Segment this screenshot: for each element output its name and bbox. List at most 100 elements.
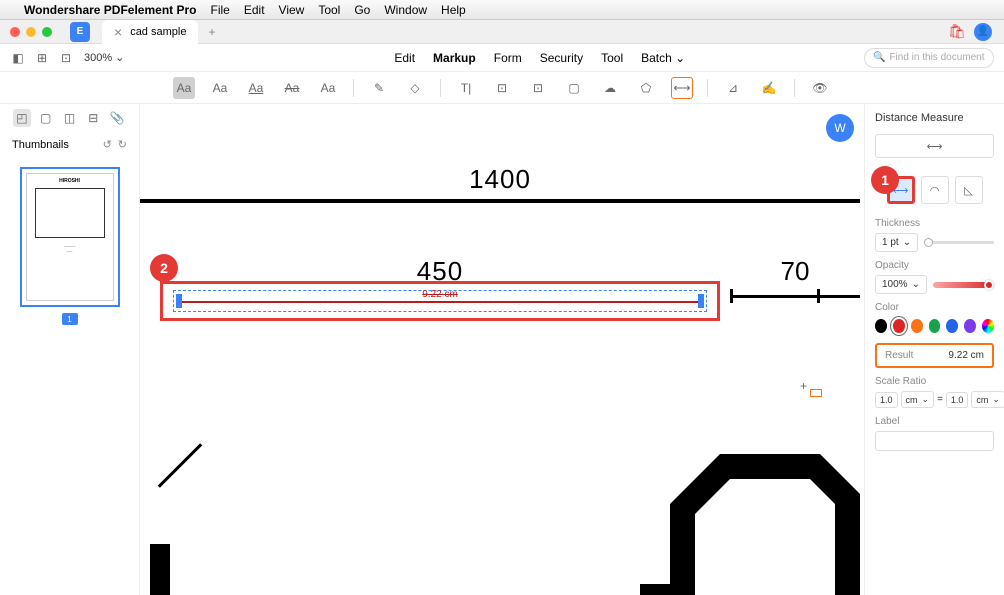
menu-tool-tab[interactable]: Tool — [601, 51, 623, 65]
dim-70-label: 70 — [730, 256, 860, 287]
document-canvas[interactable]: W 1400 2 450 9.22 cm 70 + — [140, 104, 864, 595]
scale-from-unit[interactable]: cm ⌄ — [901, 391, 935, 408]
pen-tool[interactable]: ✎ — [368, 77, 390, 99]
user-avatar-icon[interactable]: 👤 — [974, 23, 992, 41]
text-box-tool[interactable]: T| — [455, 77, 477, 99]
dim-1400-label: 1400 — [140, 164, 860, 195]
measure-handle-left[interactable] — [176, 294, 182, 308]
color-red[interactable] — [893, 319, 905, 333]
measure-selection-box[interactable]: 9.22 cm — [160, 281, 720, 321]
cloud-tool[interactable]: ☁ — [599, 77, 621, 99]
zoom-selector[interactable]: 300% ⌄ — [84, 51, 124, 64]
mac-menu-bar: Wondershare PDFelement Pro File Edit Vie… — [0, 0, 1004, 20]
text-tool-1[interactable]: Aa — [209, 77, 231, 99]
color-blue[interactable] — [946, 319, 958, 333]
annotation-marker-1: 1 — [871, 166, 899, 194]
result-label: Result — [885, 350, 913, 361]
result-box: Result 9.22 cm — [875, 343, 994, 368]
measure-line[interactable] — [180, 301, 700, 303]
color-black[interactable] — [875, 319, 887, 333]
sidebar-title: Thumbnails — [12, 139, 69, 151]
color-label: Color — [875, 302, 994, 313]
note-tool[interactable]: ▢ — [563, 77, 585, 99]
rotate-right-icon[interactable]: ↻ — [118, 138, 127, 151]
color-orange[interactable] — [911, 319, 923, 333]
sidebar-toggle-icon[interactable]: ◧ — [10, 50, 26, 66]
page-thumbnail-1[interactable]: HIROSHI ────── — [20, 167, 120, 307]
eraser-tool[interactable]: ◇ — [404, 77, 426, 99]
underline-tool[interactable]: Aa — [245, 77, 267, 99]
word-export-button[interactable]: W — [826, 114, 854, 142]
menu-help[interactable]: Help — [441, 3, 466, 17]
menu-edit[interactable]: Edit — [244, 3, 265, 17]
search-input[interactable]: 🔍 Find in this document — [864, 48, 994, 68]
callout-tool-2[interactable]: ⊡ — [527, 77, 549, 99]
search-placeholder: Find in this document — [889, 52, 984, 63]
measure-handle-right[interactable] — [698, 294, 704, 308]
bookmarks-tab-icon[interactable]: ▢ — [37, 109, 55, 127]
new-tab-button[interactable]: + — [198, 25, 225, 39]
close-window-button[interactable] — [10, 27, 20, 37]
maximize-window-button[interactable] — [42, 27, 52, 37]
shopping-bag-icon[interactable]: 🛍 — [948, 23, 966, 41]
dimension-70: 70 — [730, 256, 860, 298]
menu-tool[interactable]: Tool — [318, 3, 340, 17]
menu-window[interactable]: Window — [384, 3, 427, 17]
callout-tool-1[interactable]: ⊡ — [491, 77, 513, 99]
menu-form-tab[interactable]: Form — [494, 51, 522, 65]
dimension-1400: 1400 — [140, 164, 860, 203]
scale-from-value[interactable]: 1.0 — [875, 392, 898, 408]
tag-tool[interactable]: ⬠ — [635, 77, 657, 99]
dimension-450-group: 450 9.22 cm — [160, 256, 720, 321]
thickness-slider[interactable] — [924, 241, 994, 244]
highlight-tool[interactable]: Aa — [173, 77, 195, 99]
grid-view-icon[interactable]: ⊞ — [34, 50, 50, 66]
menu-batch-tab[interactable]: Batch ⌄ — [641, 51, 685, 65]
wall-outline — [140, 344, 864, 595]
strikethrough-tool[interactable]: Aa — [281, 77, 303, 99]
stamp-tool[interactable]: ⊿ — [722, 77, 744, 99]
color-picker-icon[interactable] — [982, 319, 994, 333]
window-controls — [0, 27, 62, 37]
color-purple[interactable] — [964, 319, 976, 333]
minimize-window-button[interactable] — [26, 27, 36, 37]
opacity-slider[interactable] — [933, 282, 994, 288]
menu-view[interactable]: View — [279, 3, 305, 17]
perimeter-type-button[interactable]: ◠ — [921, 176, 949, 204]
scale-to-unit[interactable]: cm ⌄ — [971, 391, 1004, 408]
scale-to-value[interactable]: 1.0 — [946, 392, 969, 408]
outline-tab-icon[interactable]: ◫ — [60, 109, 78, 127]
attachments-tab-icon[interactable]: 📎 — [108, 109, 126, 127]
app-name[interactable]: Wondershare PDFelement Pro — [24, 3, 197, 17]
tab-close-icon[interactable]: × — [114, 24, 122, 40]
top-toolbar: ◧ ⊞ ⊡ 300% ⌄ Edit Markup Form Security T… — [0, 44, 1004, 72]
result-value: 9.22 cm — [948, 350, 984, 361]
annotations-tab-icon[interactable]: ⊟ — [84, 109, 102, 127]
menu-file[interactable]: File — [211, 3, 230, 17]
menu-go[interactable]: Go — [354, 3, 370, 17]
menu-security-tab[interactable]: Security — [540, 51, 583, 65]
rotate-left-icon[interactable]: ↺ — [103, 138, 112, 151]
text-tool-2[interactable]: Aa — [317, 77, 339, 99]
menu-markup-tab[interactable]: Markup — [433, 51, 476, 65]
menu-edit-tab[interactable]: Edit — [394, 51, 415, 65]
measure-mode-row[interactable]: ⟷ — [875, 134, 994, 158]
thickness-label: Thickness — [875, 218, 994, 229]
thumbnail-view-icon[interactable]: ⊡ — [58, 50, 74, 66]
thickness-select[interactable]: 1 pt⌄ — [875, 233, 918, 252]
label-input[interactable] — [875, 431, 994, 451]
color-green[interactable] — [929, 319, 941, 333]
thumb-text: ────── — [27, 244, 113, 254]
left-sidebar: ◰ ▢ ◫ ⊟ 📎 Thumbnails ↺ ↻ HIROSHI ────── … — [0, 104, 140, 595]
show-hide-tool[interactable]: 👁 — [809, 77, 831, 99]
thumb-plan-preview — [35, 188, 105, 238]
scale-ratio-label: Scale Ratio — [875, 376, 994, 387]
zoom-value: 300% — [84, 52, 112, 64]
opacity-select[interactable]: 100%⌄ — [875, 275, 927, 294]
document-tab[interactable]: × cad sample — [102, 20, 198, 44]
area-type-button[interactable]: ◺ — [955, 176, 983, 204]
measure-tool[interactable]: ⟷ — [671, 77, 693, 99]
signature-tool[interactable]: ✍ — [758, 77, 780, 99]
thumbnails-tab-icon[interactable]: ◰ — [13, 109, 31, 127]
search-icon: 🔍 — [873, 52, 885, 63]
